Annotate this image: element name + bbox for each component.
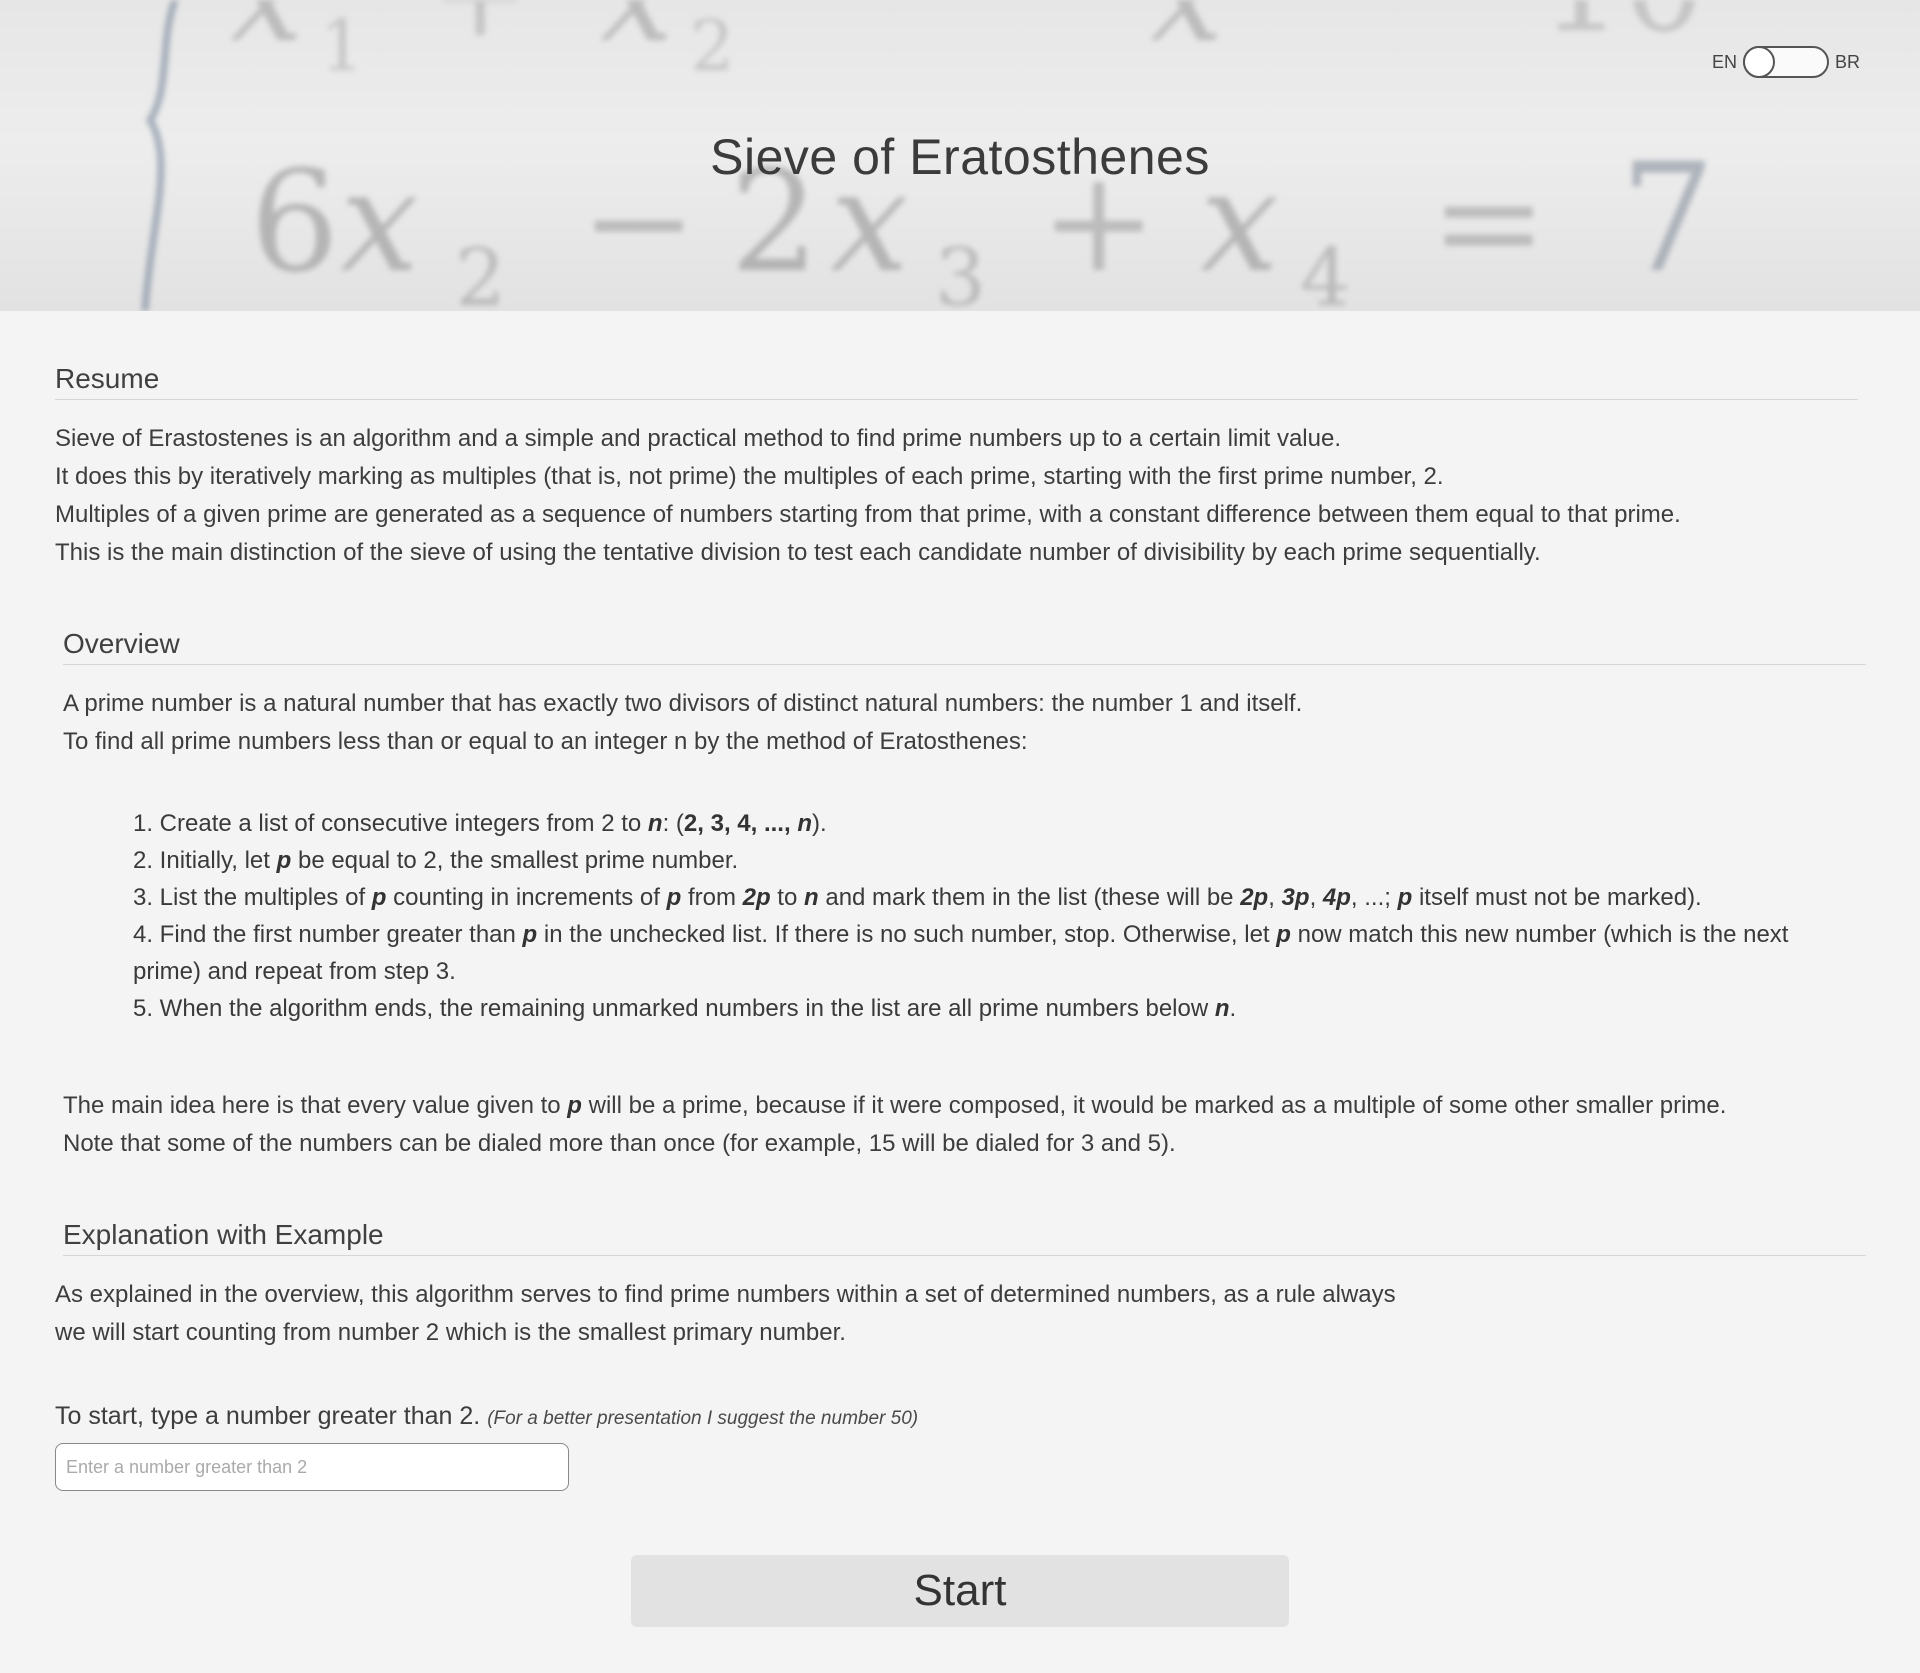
example-section: Explanation with Example As explained in… [55,1219,1866,1627]
resume-heading: Resume [55,363,1858,400]
step-1: 1. Create a list of consecutive integers… [133,810,827,837]
svg-text:x: x [230,0,303,71]
svg-text:x: x [1150,0,1223,71]
step-5: 5. When the algorithm ends, the remainin… [133,995,1237,1022]
language-toggle[interactable] [1742,46,1829,78]
lang-en-label: EN [1711,51,1737,72]
resume-line: Sieve of Erastostenes is an algorithm an… [55,425,1341,452]
start-prompt: To start, type a number greater than 2. … [55,1402,1865,1431]
overview-note: The main idea here is that every value g… [63,1092,1727,1157]
overview-line: To find all prime numbers less than or e… [63,728,1028,755]
svg-text:x: x [600,0,673,71]
example-line: we will start counting from number 2 whi… [55,1319,846,1346]
svg-text:3: 3 [935,231,986,311]
toggle-knob [1742,46,1775,78]
step-3: 3. List the multiples of p counting in i… [133,884,1702,911]
svg-text:+: + [430,0,531,64]
svg-text:2: 2 [455,231,506,311]
overview-section: Overview A prime number is a natural num… [63,628,1866,1163]
main-content: Resume Sieve of Erastostenes is an algor… [0,311,1920,1627]
overview-heading: Overview [63,628,1866,665]
step-2: 2. Initially, let p be equal to 2, the s… [133,847,739,874]
resume-section: Resume Sieve of Erastostenes is an algor… [55,363,1858,572]
steps-list: 1. Create a list of consecutive integers… [133,805,1833,1027]
number-input[interactable] [55,1443,569,1491]
prompt-hint: (For a better presentation I suggest the… [487,1408,919,1429]
svg-text:2: 2 [690,5,735,87]
header-banner: x 1 + x 2 x 10 6 x 2 − 2 x 3 + x 4 = 7 S… [0,0,1920,311]
step-4: 4. Find the first number greater than p … [133,921,1789,985]
resume-line: It does this by iteratively marking as m… [55,463,1444,490]
svg-text:4: 4 [1300,231,1351,311]
prompt-text: To start, type a number greater than 2. [55,1402,481,1430]
example-line: As explained in the overview, this algor… [55,1281,1396,1308]
language-switch: EN BR [1712,46,1860,78]
svg-text:10: 10 [1540,0,1705,61]
example-heading: Explanation with Example [63,1219,1866,1256]
resume-line: Multiples of a given prime are generated… [55,501,1681,528]
overview-line: A prime number is a natural number that … [63,690,1303,717]
page-title: Sieve of Eratosthenes [710,129,1210,185]
resume-line: This is the main distinction of the siev… [55,539,1541,566]
lang-br-label: BR [1834,51,1860,72]
start-button[interactable]: Start [631,1555,1289,1627]
svg-text:1: 1 [320,5,365,87]
